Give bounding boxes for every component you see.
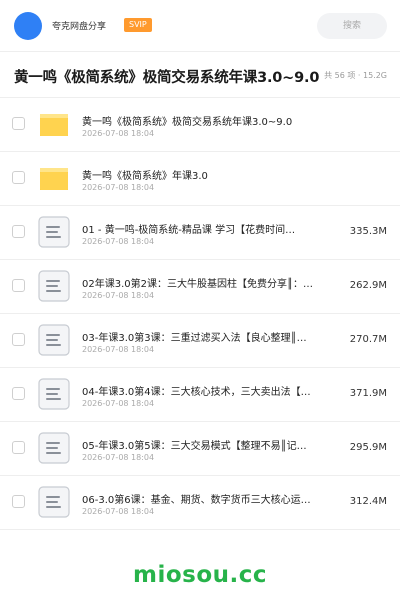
document-icon [38, 216, 70, 248]
file-name: 02年课3.0第2课：三大牛股基因柱【免费分享║：… [82, 279, 314, 290]
file-name: 03-年课3.0第3课：三重过滤买入法【良心整理║… [82, 333, 307, 344]
file-name: 01 - 黄一鸣-极简系统-精品课 学习【花费时间… [82, 225, 296, 236]
document-icon [38, 432, 70, 464]
document-icon [38, 270, 70, 302]
row-checkbox[interactable] [12, 495, 25, 508]
folder-icon [38, 162, 70, 194]
file-row[interactable]: 03-年课3.0第3课：三重过滤买入法【良心整理║… 2026-07-08 18… [0, 314, 400, 368]
document-icon [38, 378, 70, 410]
file-size: 312.4M [349, 496, 387, 507]
item-count-size: 共 56 项 · 15.2G [324, 71, 387, 80]
site-watermark: miosou.cc [132, 562, 268, 588]
document-icon [38, 486, 70, 518]
avatar[interactable] [14, 12, 42, 40]
file-date: 2026-07-08 18:04 [82, 399, 155, 408]
file-date: 2026-07-08 18:04 [82, 507, 155, 516]
file-row[interactable]: 02年课3.0第2课：三大牛股基因柱【免费分享║：… 2026-07-08 18… [0, 260, 400, 314]
search-input[interactable] [317, 13, 387, 39]
file-row[interactable]: 黄一鸣《极简系统》极简交易系统年课3.0~9.0 2026-07-08 18:0… [0, 98, 400, 152]
file-name: 05-年课3.0第5课：三大交易模式【整理不易║记… [82, 441, 307, 452]
row-checkbox[interactable] [12, 333, 25, 346]
file-size: 371.9M [349, 388, 387, 399]
file-name: 04-年课3.0第4课：三大核心技术，三大卖出法【… [82, 387, 311, 398]
file-name: 黄一鸣《极简系统》年课3.0 [82, 171, 208, 182]
file-date: 2026-07-08 18:04 [82, 291, 155, 300]
svip-badge: SVIP [124, 18, 152, 32]
row-checkbox[interactable] [12, 117, 25, 130]
file-row[interactable]: 06-3.0第6课：基金、期货、数字货币三大核心运… 2026-07-08 18… [0, 476, 400, 530]
file-size: 270.7M [349, 334, 387, 345]
file-row[interactable]: 05-年课3.0第5课：三大交易模式【整理不易║记… 2026-07-08 18… [0, 422, 400, 476]
page-title: 黄一鸣《极简系统》极简交易系统年课3.0~9.0 [14, 70, 320, 86]
file-size: 262.9M [349, 280, 387, 291]
file-row[interactable]: 黄一鸣《极简系统》年课3.0 2026-07-08 18:04 [0, 152, 400, 206]
row-checkbox[interactable] [12, 387, 25, 400]
file-date: 2026-07-08 18:04 [82, 183, 155, 192]
row-checkbox[interactable] [12, 225, 25, 238]
file-row[interactable]: 04-年课3.0第4课：三大核心技术，三大卖出法【… 2026-07-08 18… [0, 368, 400, 422]
folder-icon [38, 108, 70, 140]
file-size: 295.9M [349, 442, 387, 453]
file-name: 黄一鸣《极简系统》极简交易系统年课3.0~9.0 [82, 117, 293, 128]
row-checkbox[interactable] [12, 441, 25, 454]
file-name: 06-3.0第6课：基金、期货、数字货币三大核心运… [82, 495, 311, 506]
file-date: 2026-07-08 18:04 [82, 129, 155, 138]
top-header: 夸克网盘分享 SVIP [0, 0, 400, 52]
row-checkbox[interactable] [12, 171, 25, 184]
file-size: 335.3M [349, 226, 387, 237]
file-date: 2026-07-08 18:04 [82, 453, 155, 462]
file-row[interactable]: 01 - 黄一鸣-极简系统-精品课 学习【花费时间… 2026-07-08 18… [0, 206, 400, 260]
title-bar: 黄一鸣《极简系统》极简交易系统年课3.0~9.0 共 56 项 · 15.2G [0, 52, 400, 98]
file-date: 2026-07-08 18:04 [82, 237, 155, 246]
document-icon [38, 324, 70, 356]
row-checkbox[interactable] [12, 279, 25, 292]
share-owner-name: 夸克网盘分享 [52, 22, 107, 32]
file-date: 2026-07-08 18:04 [82, 345, 155, 354]
file-list: 黄一鸣《极简系统》极简交易系统年课3.0~9.0 2026-07-08 18:0… [0, 98, 400, 530]
